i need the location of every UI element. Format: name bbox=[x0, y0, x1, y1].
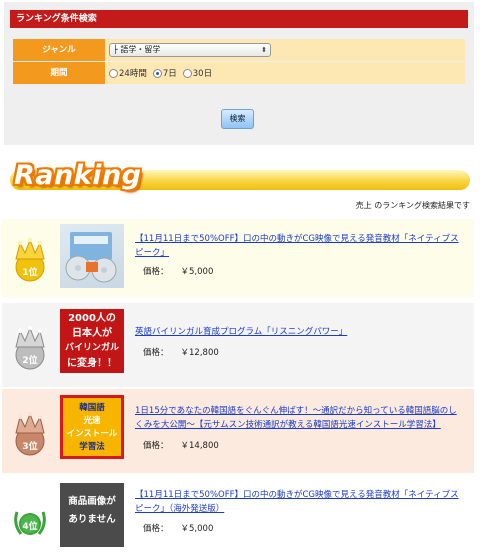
product-image bbox=[65, 232, 117, 283]
genre-row: ジャンル ├ 語学・留学 ⬍ bbox=[13, 39, 465, 61]
result-note: 売上 のランキング検索結果です bbox=[355, 201, 470, 210]
ranking-row: 2位 2000人の 日本人が バイリンガル に変身！！ 英語バイリンガル育成プロ… bbox=[2, 303, 474, 387]
product-title-link[interactable]: 1日15分であなたの韓国語をぐんぐん伸ばす！〜通訳だから知っている韓国語脳のしく… bbox=[135, 404, 465, 432]
genre-select[interactable]: ├ 語学・留学 ⬍ bbox=[109, 43, 271, 57]
select-arrows-icon: ⬍ bbox=[261, 46, 267, 54]
period-option-24h[interactable]: 24時間 bbox=[109, 67, 147, 79]
no-image-placeholder[interactable]: 商品画像が ありません bbox=[60, 483, 124, 547]
product-price: 価格： ￥5,000 bbox=[143, 524, 214, 534]
genre-label: ジャンル bbox=[13, 39, 105, 61]
rank-label: 1位 bbox=[22, 268, 38, 278]
period-label: 期間 bbox=[13, 62, 105, 84]
period-option-30d[interactable]: 30日 bbox=[182, 67, 212, 79]
product-thumbnail[interactable]: 2000人の 日本人が バイリンガル に変身！！ bbox=[60, 309, 124, 373]
product-title-link[interactable]: 【11月11日まで50%OFF】口の中の動きがCG映像で見える発音教材「ネイティ… bbox=[135, 488, 465, 516]
ranking-row: 1位 【11月11日まで50%OFF】口の中の動きがCG映像で見える発音教材「ネ… bbox=[2, 219, 474, 297]
rank-label: 2位 bbox=[22, 356, 38, 366]
genre-select-value: ├ 語学・留学 bbox=[113, 45, 161, 54]
search-form: ジャンル ├ 語学・留学 ⬍ 期間 24時間 7日 30日 bbox=[13, 39, 465, 85]
ranking-row: 3位 韓国語 光速 インストール 学習法 1日15分であなたの韓国語をぐんぐん伸… bbox=[2, 389, 474, 473]
rank-label: 4位 bbox=[22, 522, 38, 532]
rank-badge: 1位 bbox=[9, 237, 51, 283]
product-title-link[interactable]: 【11月11日まで50%OFF】口の中の動きがCG映像で見える発音教材「ネイティ… bbox=[135, 232, 465, 260]
ranking-row: 4位 商品画像が ありません 【11月11日まで50%OFF】口の中の動きがCG… bbox=[2, 476, 474, 558]
product-thumbnail[interactable]: 韓国語 光速 インストール 学習法 bbox=[60, 395, 124, 459]
ranking-banner: Ranking bbox=[0, 160, 480, 196]
rank-badge: 4位 bbox=[9, 498, 51, 544]
product-title-link[interactable]: 英語バイリンガル育成プログラム「リスニングパワー」 bbox=[135, 325, 465, 339]
product-price: 価格： ￥12,800 bbox=[143, 348, 219, 358]
search-panel: ランキング条件検索 ジャンル ├ 語学・留学 ⬍ 期間 24時間 7日 30日 … bbox=[4, 2, 474, 145]
period-row: 期間 24時間 7日 30日 bbox=[13, 62, 465, 84]
radio-icon[interactable] bbox=[182, 68, 192, 78]
period-radio-group: 24時間 7日 30日 bbox=[109, 67, 214, 79]
rank-badge: 3位 bbox=[9, 411, 51, 457]
radio-checked-icon[interactable] bbox=[152, 68, 162, 78]
radio-icon[interactable] bbox=[109, 68, 118, 78]
product-price: 価格： ￥5,000 bbox=[143, 267, 214, 277]
product-thumbnail[interactable] bbox=[60, 224, 124, 288]
rank-label: 3位 bbox=[22, 442, 38, 452]
search-header: ランキング条件検索 bbox=[10, 10, 468, 28]
ranking-title: Ranking bbox=[14, 160, 142, 191]
rank-badge: 2位 bbox=[9, 325, 51, 371]
period-option-7d[interactable]: 7日 bbox=[152, 67, 177, 79]
product-price: 価格： ￥14,800 bbox=[143, 441, 219, 451]
search-button[interactable]: 検索 bbox=[221, 109, 254, 129]
